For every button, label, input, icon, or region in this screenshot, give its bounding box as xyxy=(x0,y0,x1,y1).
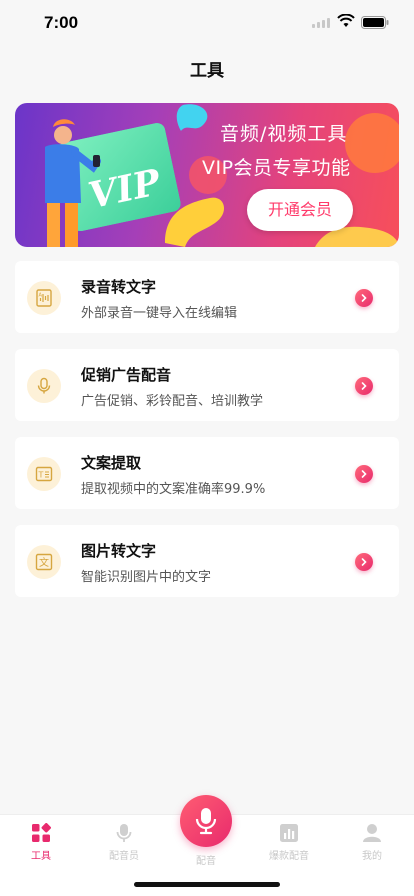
tab-label: 配音 xyxy=(196,856,216,867)
audio-file-icon: A xyxy=(27,281,61,315)
banner-title: 音频/视频工具 xyxy=(220,123,348,145)
tool-card-text-extract[interactable]: T 文案提取 提取视频中的文案准确率99.9% xyxy=(15,437,399,509)
tab-hot-dubbing[interactable]: 爆款配音 xyxy=(259,823,319,862)
tool-title: 文案提取 xyxy=(81,454,142,472)
tool-desc: 外部录音一键导入在线编辑 xyxy=(81,306,238,321)
signal-icon xyxy=(312,18,330,28)
bar-chart-icon xyxy=(280,824,298,842)
tool-title: 促销广告配音 xyxy=(81,366,172,384)
tool-desc: 广告促销、彩铃配音、培训教学 xyxy=(81,394,264,409)
banner-subtitle: VIP会员专享功能 xyxy=(202,157,351,179)
user-icon xyxy=(363,824,381,842)
chevron-right-icon[interactable] xyxy=(355,289,373,307)
tab-tools[interactable]: 工具 xyxy=(11,823,71,862)
status-bar: 7:00 xyxy=(0,0,414,46)
decor-blob-top xyxy=(176,104,208,131)
tool-desc: 智能识别图片中的文字 xyxy=(81,570,212,585)
microphone-icon xyxy=(195,808,217,835)
tool-title: 录音转文字 xyxy=(81,278,157,296)
open-membership-button[interactable]: 开通会员 xyxy=(247,189,353,231)
vip-banner[interactable]: VIP 音频/视频工具 VIP会员专享功能 开通会员 xyxy=(15,103,399,247)
tab-label: 工具 xyxy=(31,851,51,862)
tab-label: 配音员 xyxy=(109,851,139,862)
tab-mine[interactable]: 我的 xyxy=(342,823,402,862)
tool-title: 图片转文字 xyxy=(81,542,157,560)
tab-voice-actors[interactable]: 配音员 xyxy=(94,823,154,862)
svg-text:A: A xyxy=(39,293,43,299)
battery-icon xyxy=(361,16,389,29)
microphone-icon xyxy=(27,369,61,403)
svg-text:文: 文 xyxy=(39,556,49,569)
tool-card-ad-voiceover[interactable]: 促销广告配音 广告促销、彩铃配音、培训教学 xyxy=(15,349,399,421)
microphone-icon xyxy=(116,824,132,842)
home-indicator xyxy=(134,882,280,887)
tool-desc: 提取视频中的文案准确率99.9% xyxy=(81,482,266,497)
chevron-right-icon[interactable] xyxy=(355,465,373,483)
svg-text:T: T xyxy=(38,471,44,480)
wifi-icon xyxy=(337,14,355,27)
chevron-right-icon[interactable] xyxy=(355,553,373,571)
decor-circle-right xyxy=(345,113,399,173)
text-extract-icon: T xyxy=(27,457,61,491)
page-title: 工具 xyxy=(190,61,224,81)
tab-label: 爆款配音 xyxy=(269,851,309,862)
tools-grid-icon xyxy=(32,823,51,842)
image-text-icon: 文 xyxy=(27,545,61,579)
tool-card-speech-to-text[interactable]: A 录音转文字 外部录音一键导入在线编辑 xyxy=(15,261,399,333)
chevron-right-icon[interactable] xyxy=(355,377,373,395)
tab-label: 我的 xyxy=(362,851,382,862)
tool-card-image-to-text[interactable]: 文 图片转文字 智能识别图片中的文字 xyxy=(15,525,399,597)
tab-dubbing-button[interactable] xyxy=(180,795,232,847)
status-time: 7:00 xyxy=(44,13,79,32)
